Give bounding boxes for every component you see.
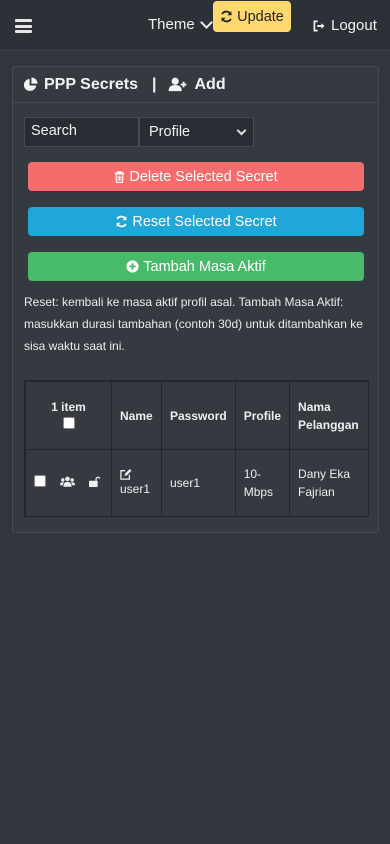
sign-out-icon [313,20,325,31]
row-checkbox[interactable] [34,475,46,487]
theme-label: Theme [148,16,195,33]
item-count: 1 item [51,399,86,414]
theme-dropdown[interactable]: Theme [148,16,213,33]
plus-circle-icon [126,260,139,273]
trash-icon [115,170,125,183]
tambah-masa-aktif-button[interactable]: Tambah Masa Aktif [28,252,364,281]
add-link[interactable]: Add [194,76,225,94]
tambah-label: Tambah Masa Aktif [143,258,266,275]
password-header[interactable]: Password [161,381,236,450]
nama-pelanggan-header[interactable]: Nama Pelanggan [289,381,368,450]
update-label: Update [237,8,284,25]
menu-icon[interactable] [15,19,32,33]
pie-chart-icon [23,77,38,92]
password-cell: user1 [161,449,236,516]
reset-selected-button[interactable]: Reset Selected Secret [28,207,364,236]
profile-header[interactable]: Profile [234,381,291,450]
logout-label: Logout [331,17,377,34]
users-icon[interactable] [60,476,75,487]
search-placeholder: Search [31,123,77,139]
top-navbar: Theme Update Logout [0,0,390,51]
name-header[interactable]: Name [111,381,162,450]
delete-selected-button[interactable]: Delete Selected Secret [28,162,364,191]
user-plus-icon[interactable] [168,77,188,92]
card-header: PPP Secrets | Add [13,67,378,103]
header-separator: | [152,75,157,93]
update-button[interactable]: Update [213,1,291,32]
name-value: user1 [120,481,151,496]
chevron-down-icon [236,125,247,136]
reset-label: Reset Selected Secret [132,213,277,230]
table-header-row: 1 item Name Password Profile Nama Pelang… [25,381,368,450]
select-all-checkbox[interactable] [62,416,75,429]
nama-pelanggan-cell: Dany Eka Fajrian [289,449,368,516]
delete-label: Delete Selected Secret [129,168,278,185]
logout-link[interactable]: Logout [313,17,377,34]
card-title: PPP Secrets [44,75,138,93]
ppp-secrets-card: PPP Secrets | Add Search Profile Delete … [12,66,379,533]
profile-select[interactable]: Profile [139,117,254,147]
search-input[interactable]: Search [24,117,139,147]
refresh-icon [221,10,232,23]
refresh-icon [116,215,128,228]
select-all-header: 1 item [25,381,112,450]
name-cell[interactable]: user1 [111,449,162,516]
row-actions-cell [25,449,112,516]
table-row: user1 user1 10-Mbps Dany Eka Fajrian [25,449,368,516]
secrets-table: 1 item Name Password Profile Nama Pelang… [24,380,369,517]
profile-cell: 10-Mbps [234,449,291,516]
edit-icon[interactable] [120,468,132,480]
help-note: Reset: kembali ke masa aktif profil asal… [24,295,363,353]
profile-select-value: Profile [149,124,191,140]
unlock-icon[interactable] [89,476,100,487]
chevron-down-icon [199,16,213,29]
